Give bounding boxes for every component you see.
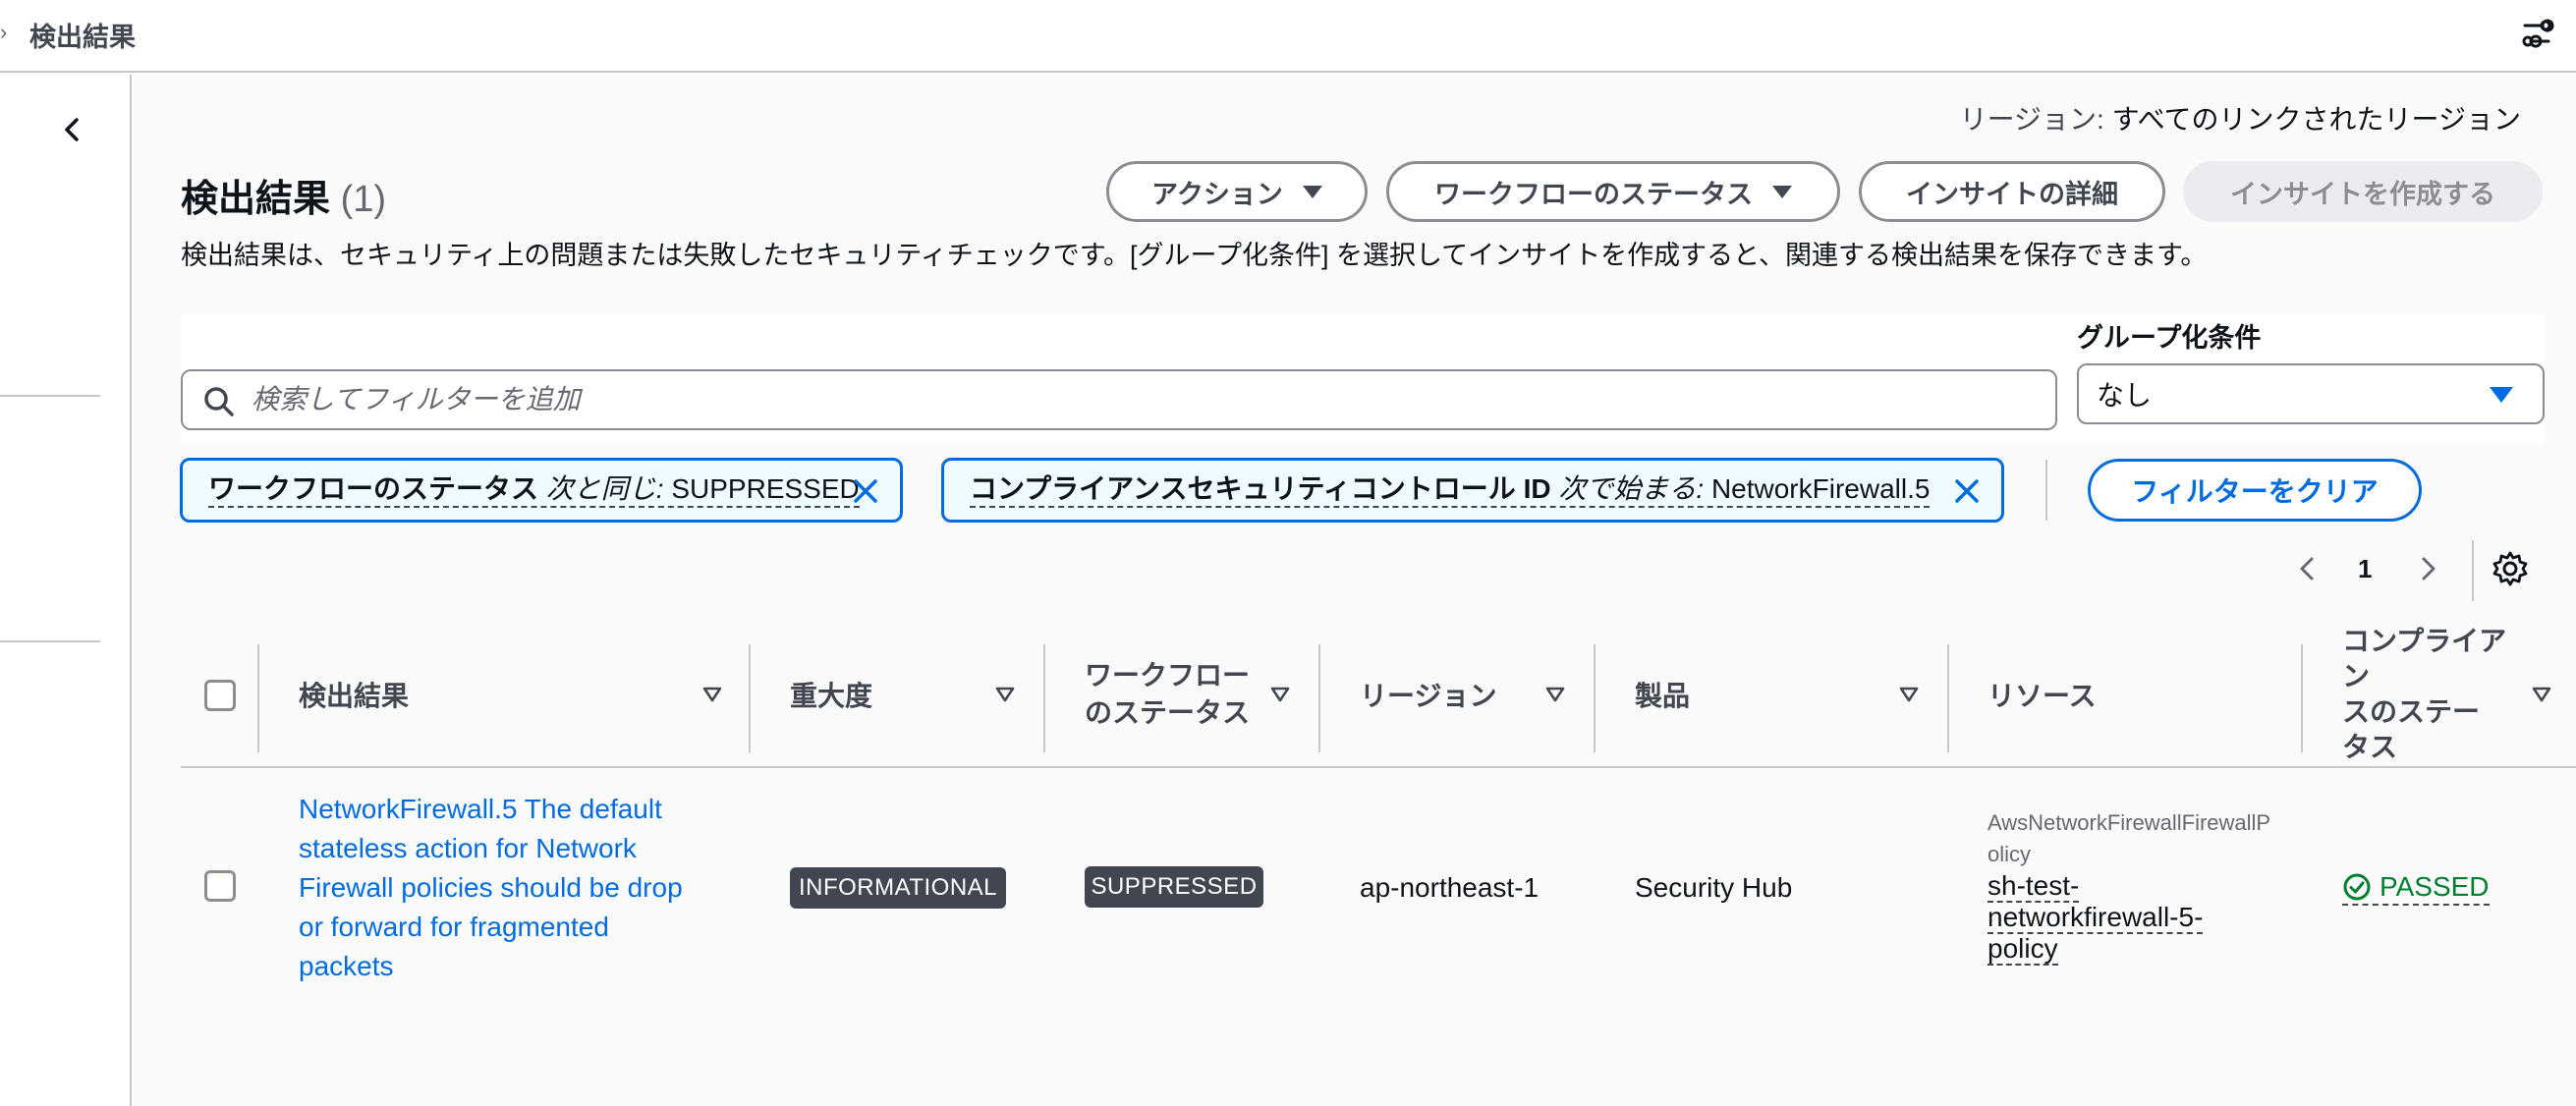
filter-key: コンプライアンスセキュリティコントロール ID [970, 473, 1551, 504]
divider [2045, 460, 2047, 521]
filter-value: SUPPRESSED [671, 473, 860, 504]
search-input[interactable] [252, 371, 2020, 428]
side-navigation [0, 75, 132, 1106]
findings-count: (1) [340, 179, 387, 220]
split-panel-icon[interactable] [2517, 14, 2556, 53]
breadcrumb-chevron-icon: › [0, 20, 8, 44]
resource-type: AwsNetworkFirewallFirewallPolicy [1988, 810, 2271, 866]
column-header-severity[interactable]: 重大度 [790, 640, 986, 748]
filter-token-text: コンプライアンスセキュリティコントロール ID 次で始まる: NetworkFi… [970, 472, 1931, 508]
sort-caret-down-icon[interactable] [1544, 684, 1566, 705]
search-icon [204, 387, 234, 416]
caret-down-icon [2490, 387, 2513, 403]
check-circle-icon [2343, 873, 2371, 901]
column-divider [2301, 644, 2303, 752]
region-label: リージョン: [1959, 104, 2104, 135]
filter-token-workflow-status[interactable]: ワークフローのステータス 次と同じ: SUPPRESSED [180, 458, 903, 523]
product-cell: Security Hub [1635, 872, 1793, 903]
column-header-label: 検出結果 [299, 681, 410, 711]
remove-filter-close-icon[interactable] [851, 476, 880, 506]
sort-caret-down-icon[interactable] [701, 684, 723, 705]
column-header-workflow-status[interactable]: ワークフロー のステータス [1085, 640, 1281, 748]
top-bar: › 検出結果 [0, 0, 2576, 73]
workflow-button-label: ワークフローのステータス [1434, 179, 1753, 209]
column-header-finding[interactable]: 検出結果 [299, 640, 574, 748]
region-cell: ap-northeast-1 [1360, 872, 1540, 903]
column-header-label: リソース [1988, 681, 2097, 711]
column-header-label: 製品 [1635, 681, 1691, 711]
column-divider [257, 644, 259, 752]
page-number[interactable]: 1 [2358, 554, 2372, 584]
severity-badge: INFORMATIONAL [790, 867, 1006, 909]
column-header-label: コンプライアン [2342, 626, 2507, 691]
insight-details-label: インサイトの詳細 [1906, 179, 2118, 209]
resource-id-text: sh-test-networkfirewall-5-policy [1988, 870, 2204, 966]
region-value: すべてのリンクされたリージョン [2111, 104, 2521, 135]
breadcrumb-current: 検出結果 [29, 23, 136, 52]
next-page-chevron-right-icon[interactable] [2411, 552, 2444, 585]
column-header-product[interactable]: 製品 [1635, 640, 1831, 748]
workflow-status-badge: SUPPRESSED [1085, 866, 1263, 908]
compliance-status[interactable]: PASSED [2342, 870, 2490, 906]
column-divider [1043, 644, 1045, 752]
column-divider [1594, 644, 1596, 752]
sort-caret-down-icon[interactable] [994, 684, 1016, 705]
remove-filter-close-icon[interactable] [1952, 476, 1982, 506]
column-header-label: スのステー [2342, 696, 2481, 727]
sort-caret-down-icon[interactable] [1898, 684, 1920, 705]
select-all-checkbox[interactable] [204, 680, 236, 711]
column-divider [1318, 644, 1320, 752]
create-insight-button[interactable]: インサイトを作成する [2183, 161, 2543, 222]
main-content: リージョン: すべてのリンクされたリージョン 検出結果 (1) アクション ワー… [134, 75, 2576, 1106]
column-header-label: 重大度 [790, 681, 873, 711]
page-description: 検出結果は、セキュリティ上の問題または失敗したセキュリティチェックです。[グルー… [181, 241, 2208, 270]
divider [2472, 540, 2474, 601]
column-header-label: のステータス [1085, 697, 1251, 728]
page-title-text: 検出結果 [181, 179, 331, 220]
resource-id-link[interactable]: sh-test-networkfirewall-5-policy [1988, 870, 2263, 966]
column-divider [1947, 644, 1949, 752]
actions-dropdown-button[interactable]: アクション [1106, 161, 1368, 222]
table-header-divider [181, 766, 2576, 768]
region-indicator: リージョン: すべてのリンクされたリージョン [1960, 98, 2521, 138]
caret-down-icon [1302, 185, 1322, 198]
filter-operator: 次と同じ: [545, 473, 664, 504]
gear-icon[interactable] [2492, 550, 2529, 587]
column-header-label: リージョン [1360, 681, 1497, 711]
caret-down-icon [1772, 185, 1792, 198]
compliance-status-label: PASSED [2380, 871, 2490, 902]
column-header-label: ワークフロー [1085, 660, 1251, 691]
create-insight-label: インサイトを作成する [2230, 179, 2495, 209]
filter-key: ワークフローのステータス [208, 473, 539, 504]
previous-page-chevron-left-icon[interactable] [2291, 552, 2324, 585]
column-header-region[interactable]: リージョン [1360, 640, 1556, 748]
column-header-label: タス [2342, 732, 2398, 762]
column-divider [749, 644, 751, 752]
nav-divider [0, 395, 100, 397]
sort-caret-down-icon[interactable] [2531, 684, 2552, 705]
column-header-resource[interactable]: リソース [1988, 640, 2184, 748]
page-title: 検出結果 (1) [181, 168, 386, 222]
collapse-nav-chevron-left-icon[interactable] [55, 112, 90, 147]
filter-token-control-id[interactable]: コンプライアンスセキュリティコントロール ID 次で始まる: NetworkFi… [941, 458, 2004, 523]
actions-button-label: アクション [1151, 179, 1283, 209]
clear-filters-button[interactable]: フィルターをクリア [2088, 459, 2422, 522]
filter-token-text: ワークフローのステータス 次と同じ: SUPPRESSED [208, 472, 860, 508]
finding-title-link[interactable]: NetworkFirewall.5 The default stateless … [299, 790, 711, 986]
insight-details-button[interactable]: インサイトの詳細 [1859, 161, 2165, 222]
sort-caret-down-icon[interactable] [1269, 684, 1291, 705]
search-box[interactable] [181, 369, 2057, 430]
group-by-label: グループ化条件 [2077, 323, 2262, 353]
row-select-checkbox[interactable] [204, 870, 236, 902]
group-by-select[interactable]: なし [2077, 363, 2545, 424]
filter-value: NetworkFirewall.5 [1710, 473, 1931, 504]
filter-operator: 次で始まる: [1558, 473, 1705, 504]
workflow-status-dropdown-button[interactable]: ワークフローのステータス [1386, 161, 1840, 222]
group-by-value: なし [2097, 380, 2153, 411]
column-header-compliance-status[interactable]: コンプライアン スのステー タス [2342, 626, 2529, 762]
nav-divider [0, 640, 100, 642]
